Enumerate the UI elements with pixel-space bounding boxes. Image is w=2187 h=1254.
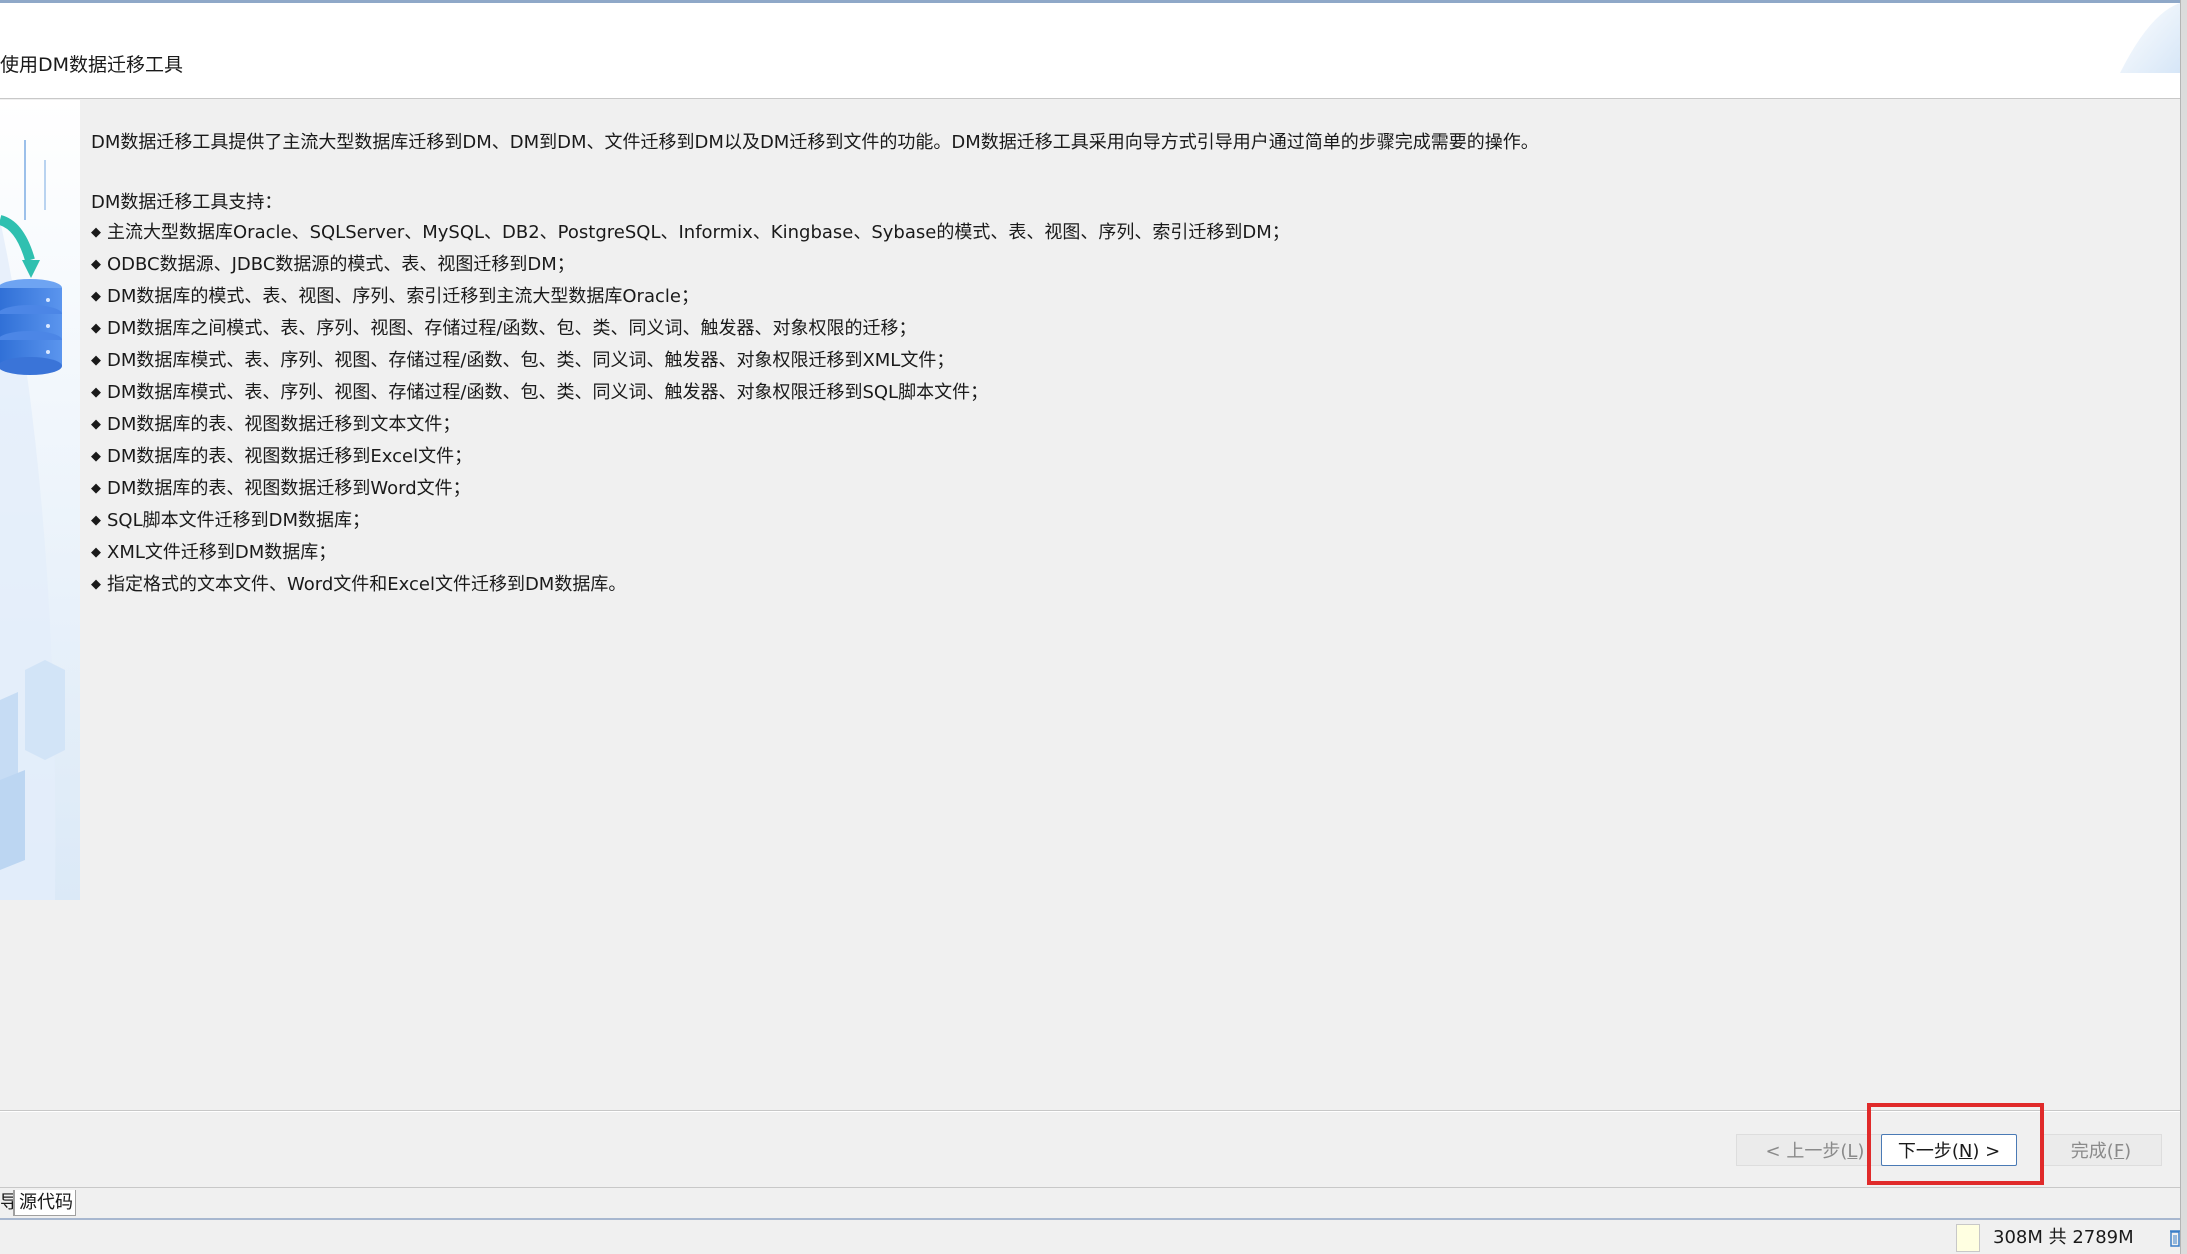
- wizard-window: 使用DM数据迁移工具 DM数据迁移工具提供了主流大型数据库迁移到DM、DM到DM…: [0, 0, 2187, 1254]
- bullet-icon: ◆: [91, 417, 101, 432]
- feature-text: DM数据库模式、表、序列、视图、存储过程/函数、包、类、同义词、触发器、对象权限…: [107, 382, 989, 403]
- feature-text: ODBC数据源、JDBC数据源的模式、表、视图迁移到DM；: [107, 254, 575, 275]
- page-title: 使用DM数据迁移工具: [0, 54, 184, 76]
- bullet-icon: ◆: [91, 385, 101, 400]
- feature-list: ◆ 主流大型数据库Oracle、SQLServer、MySQL、DB2、Postg…: [91, 218, 2161, 602]
- list-item: ◆ DM数据库模式、表、序列、视图、存储过程/函数、包、类、同义词、触发器、对象权…: [91, 346, 2161, 378]
- bullet-icon: ◆: [91, 225, 101, 240]
- list-item: ◆ DM数据库的表、视图数据迁移到Word文件；: [91, 474, 2161, 506]
- list-item: ◆ DM数据库模式、表、序列、视图、存储过程/函数、包、类、同义词、触发器、对象权…: [91, 378, 2161, 410]
- wizard-header: 使用DM数据迁移工具: [0, 3, 2180, 99]
- finish-button[interactable]: 完成(F): [2040, 1134, 2162, 1166]
- header-decoration-image: [2120, 3, 2180, 73]
- feature-text: DM数据库的表、视图数据迁移到文本文件；: [107, 414, 461, 435]
- bullet-icon: ◆: [91, 321, 101, 336]
- list-item: ◆ ODBC数据源、JDBC数据源的模式、表、视图迁移到DM；: [91, 250, 2161, 282]
- trash-icon[interactable]: [2170, 1228, 2180, 1248]
- feature-text: 指定格式的文本文件、Word文件和Excel文件迁移到DM数据库。: [107, 574, 627, 595]
- feature-text: DM数据库的模式、表、视图、序列、索引迁移到主流大型数据库Oracle；: [107, 286, 699, 307]
- bullet-icon: ◆: [91, 545, 101, 560]
- bullet-icon: ◆: [91, 449, 101, 464]
- list-item: ◆ 指定格式的文本文件、Word文件和Excel文件迁移到DM数据库。: [91, 570, 2161, 602]
- status-bar: 308M 共 2789M: [0, 1218, 2180, 1254]
- list-item: ◆ DM数据库的表、视图数据迁移到文本文件；: [91, 410, 2161, 442]
- support-heading: DM数据迁移工具支持：: [91, 192, 283, 213]
- list-item: ◆ SQL脚本文件迁移到DM数据库；: [91, 506, 2161, 538]
- feature-text: DM数据库的表、视图数据迁移到Excel文件；: [107, 446, 473, 467]
- button-bar-divider: [0, 1110, 2180, 1112]
- list-item: ◆ DM数据库之间模式、表、序列、视图、存储过程/函数、包、类、同义词、触发器、对…: [91, 314, 2161, 346]
- previous-button-label: < 上一步(L): [1765, 1141, 1865, 1162]
- status-cell: [1956, 1224, 1980, 1252]
- feature-text: 主流大型数据库Oracle、SQLServer、MySQL、DB2、Postgr…: [107, 222, 1290, 243]
- finish-button-label: 完成(F): [2070, 1141, 2132, 1162]
- window-right-edge: [2180, 0, 2187, 1254]
- bullet-icon: ◆: [91, 577, 101, 592]
- database-migration-illustration: [0, 100, 80, 900]
- feature-text: DM数据库的表、视图数据迁移到Word文件；: [107, 478, 471, 499]
- next-button[interactable]: 下一步(N) >: [1881, 1134, 2017, 1166]
- list-item: ◆ XML文件迁移到DM数据库；: [91, 538, 2161, 570]
- feature-text: DM数据库之间模式、表、序列、视图、存储过程/函数、包、类、同义词、触发器、对象…: [107, 318, 917, 339]
- next-button-label: 下一步(N) >: [1897, 1141, 2001, 1162]
- list-item: ◆ DM数据库的模式、表、视图、序列、索引迁移到主流大型数据库Oracle；: [91, 282, 2161, 314]
- feature-text: XML文件迁移到DM数据库；: [107, 542, 337, 563]
- bullet-icon: ◆: [91, 513, 101, 528]
- bullet-icon: ◆: [91, 289, 101, 304]
- bullet-icon: ◆: [91, 353, 101, 368]
- memory-usage: 308M 共 2789M: [1993, 1227, 2134, 1248]
- list-item: ◆ DM数据库的表、视图数据迁移到Excel文件；: [91, 442, 2161, 474]
- previous-button[interactable]: < 上一步(L): [1736, 1134, 1894, 1166]
- feature-text: DM数据库模式、表、序列、视图、存储过程/函数、包、类、同义词、触发器、对象权限…: [107, 350, 955, 371]
- wizard-description: DM数据迁移工具提供了主流大型数据库迁移到DM、DM到DM、文件迁移到DM以及D…: [91, 128, 2161, 602]
- tab-wizard[interactable]: 导: [0, 1190, 14, 1216]
- tab-source-code[interactable]: 源代码: [14, 1190, 76, 1216]
- list-item: ◆ 主流大型数据库Oracle、SQLServer、MySQL、DB2、Postg…: [91, 218, 2161, 250]
- bottom-tab-strip: 导 源代码: [0, 1187, 2180, 1218]
- feature-text: SQL脚本文件迁移到DM数据库；: [107, 510, 371, 531]
- bullet-icon: ◆: [91, 257, 101, 272]
- bullet-icon: ◆: [91, 481, 101, 496]
- intro-text: DM数据迁移工具提供了主流大型数据库迁移到DM、DM到DM、文件迁移到DM以及D…: [91, 132, 1539, 153]
